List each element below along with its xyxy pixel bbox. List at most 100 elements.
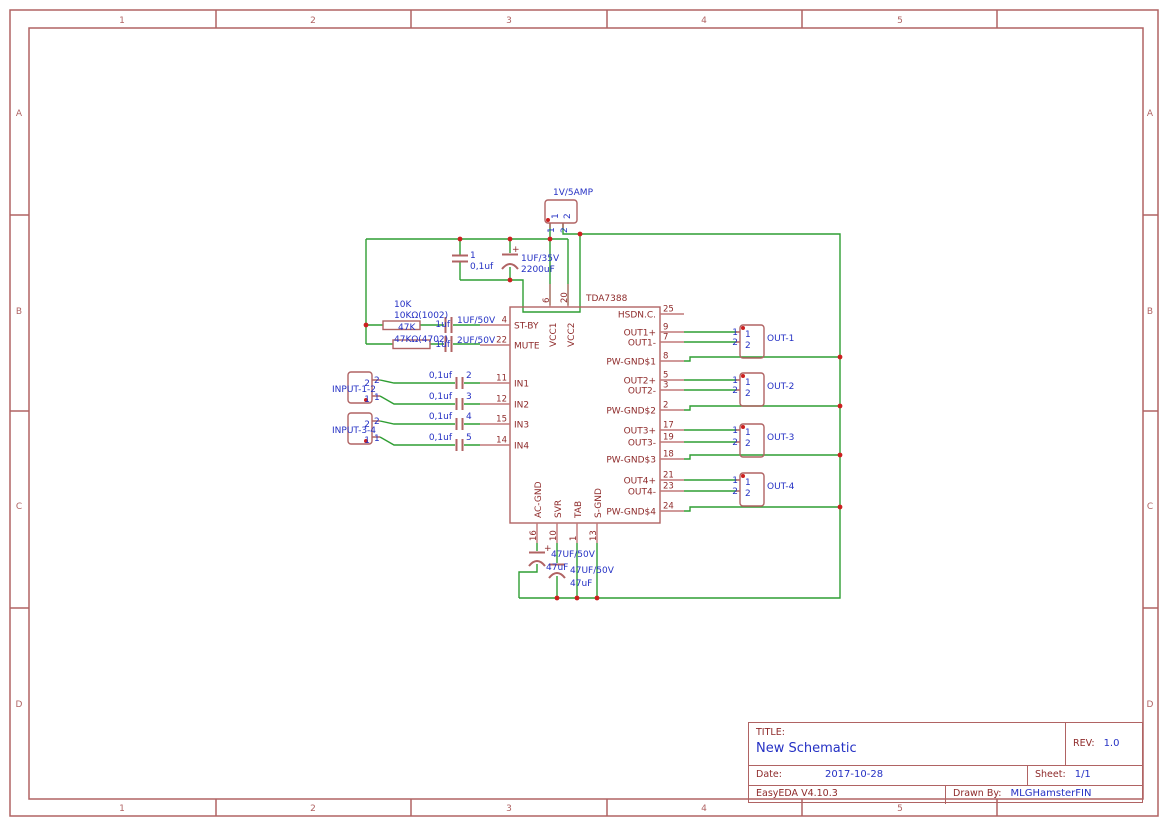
input12-pin1-num: 1 (374, 393, 380, 403)
mute-cap-value: 1uf (435, 340, 450, 350)
power-conn-pin1-inner: 1 (551, 213, 561, 219)
pin-name-PW-GND$4: PW-GND$4 (606, 508, 656, 518)
in2-cap-designator: 3 (466, 392, 472, 402)
connector-out-4[interactable] (740, 473, 764, 506)
out1-pin2-inner: 2 (745, 341, 751, 351)
pin-name-VCC2: VCC2 (567, 323, 577, 347)
frame-row-left-A: A (16, 109, 23, 119)
capacitor-acgnd-47uf[interactable] (529, 553, 545, 567)
frame-row-left-B: B (16, 307, 22, 317)
junction (364, 323, 369, 328)
power-conn-pin2-inner: 2 (563, 213, 573, 219)
junction (838, 453, 843, 458)
input34-pin2-inner: 2 (364, 420, 370, 430)
date-label: Date: (756, 769, 782, 780)
frame-col-top-2: 2 (310, 16, 316, 26)
pin-number-8: 8 (663, 352, 668, 362)
pin-number-19: 19 (663, 433, 674, 443)
frame-col-bottom-2: 2 (310, 804, 316, 814)
frame-col-bottom-4: 4 (701, 804, 707, 814)
wires (366, 223, 840, 598)
junction (508, 278, 513, 283)
capacitor-in4[interactable] (457, 439, 463, 451)
capacitor-in1[interactable] (457, 377, 463, 389)
cap2-designator: 1UF/35V (521, 254, 560, 264)
capacitor-in3[interactable] (457, 418, 463, 430)
pin-name-TAB: TAB (574, 501, 584, 519)
junction (575, 596, 580, 601)
cap1-value: 0,1uf (470, 262, 494, 272)
pin-number-6: 6 (542, 298, 552, 303)
svr-cap-value: 47uF (570, 579, 592, 589)
title-block: TITLE: New Schematic REV: 1.0 Date: 2017… (748, 722, 1143, 803)
pin-number-15: 15 (496, 415, 507, 425)
pin-number-7: 7 (663, 333, 668, 343)
input12-pin2-inner: 2 (364, 379, 370, 389)
out4-pin1-inner: 1 (745, 478, 751, 488)
schematic-canvas[interactable]: 1122334455AABBCCDD 4ST-BY22MUTE11IN112IN… (0, 0, 1169, 827)
capacitor-2200uf[interactable] (502, 255, 518, 270)
out4-pin1-num: 1 (732, 476, 738, 486)
ic-name: TDA7388 (585, 294, 628, 304)
pin-name-MUTE: MUTE (514, 342, 540, 352)
out2-pin1-num: 1 (732, 376, 738, 386)
pin-name-ST-BY: ST-BY (514, 322, 539, 332)
pin-number-10: 10 (549, 530, 559, 541)
pin-number-16: 16 (529, 530, 539, 541)
pin-name-OUT1+: OUT1+ (624, 329, 656, 339)
junction (548, 237, 553, 242)
out2-label: OUT-2 (767, 382, 794, 392)
pin-number-14: 14 (496, 436, 507, 446)
schematic-labels: 1V/5AMP121210,1uf+1UF/35V2200uF10K10KΩ(1… (332, 188, 795, 589)
frame-row-right-D: D (1147, 700, 1154, 710)
out1-pin2-num: 2 (732, 338, 738, 348)
pin-name-OUT2+: OUT2+ (624, 377, 656, 387)
out4-pin2-inner: 2 (745, 489, 751, 499)
pin-name-OUT3+: OUT3+ (624, 427, 656, 437)
connector-out-1[interactable] (740, 325, 764, 358)
schematic-title[interactable]: New Schematic (756, 741, 1067, 756)
frame-col-top-1: 1 (119, 16, 125, 26)
junction (595, 596, 600, 601)
power-connector-label: 1V/5AMP (553, 188, 594, 198)
sheet-value[interactable]: 1/1 (1075, 769, 1091, 780)
title-row: TITLE: New Schematic REV: 1.0 (749, 723, 1142, 766)
rev-value[interactable]: 1.0 (1104, 738, 1120, 749)
pin-number-1: 1 (569, 536, 579, 541)
connector-out-2[interactable] (740, 373, 764, 406)
in1-cap-value: 0,1uf (429, 371, 453, 381)
in3-cap-designator: 4 (466, 412, 472, 422)
out3-pin2-inner: 2 (745, 439, 751, 449)
wire-output-signals[interactable] (684, 332, 840, 511)
pin-number-13: 13 (589, 530, 599, 541)
junction (458, 237, 463, 242)
connector-out-3[interactable] (740, 424, 764, 457)
pin-name-IN2: IN2 (514, 401, 529, 411)
frame-col-bottom-1: 1 (119, 804, 125, 814)
capacitor-in2[interactable] (457, 398, 463, 410)
date-row: Date: 2017-10-28 Sheet: 1/1 (749, 766, 1142, 786)
pin-number-11: 11 (496, 374, 507, 384)
out3-pin1-num: 1 (732, 426, 738, 436)
date-value[interactable]: 2017-10-28 (825, 769, 883, 780)
junction-dots (364, 218, 843, 600)
drawn-by-value[interactable]: MLGHamsterFIN (1011, 788, 1092, 799)
frame-row-left-D: D (16, 700, 23, 710)
capacitor-0p1uf-top[interactable] (452, 256, 468, 262)
junction (838, 505, 843, 510)
out1-pin1-inner: 1 (745, 330, 751, 340)
pin-name-IN3: IN3 (514, 421, 529, 431)
pin-name-PW-GND$1: PW-GND$1 (606, 358, 656, 368)
pin-name-OUT3-: OUT3- (628, 439, 656, 449)
sheet-label: Sheet: (1035, 769, 1066, 780)
out1-label: OUT-1 (767, 334, 794, 344)
pin-number-9: 9 (663, 323, 668, 333)
pin-number-3: 3 (663, 381, 668, 391)
out3-pin2-num: 2 (732, 438, 738, 448)
cap1-designator: 1 (470, 251, 476, 261)
input34-pin2-num: 2 (374, 417, 380, 427)
in2-cap-value: 0,1uf (429, 392, 453, 402)
connector-origin-dot (546, 218, 550, 222)
acgnd-cap-value: 47uF (546, 563, 568, 573)
software-version: EasyEDA V4.10.3 (756, 788, 838, 799)
